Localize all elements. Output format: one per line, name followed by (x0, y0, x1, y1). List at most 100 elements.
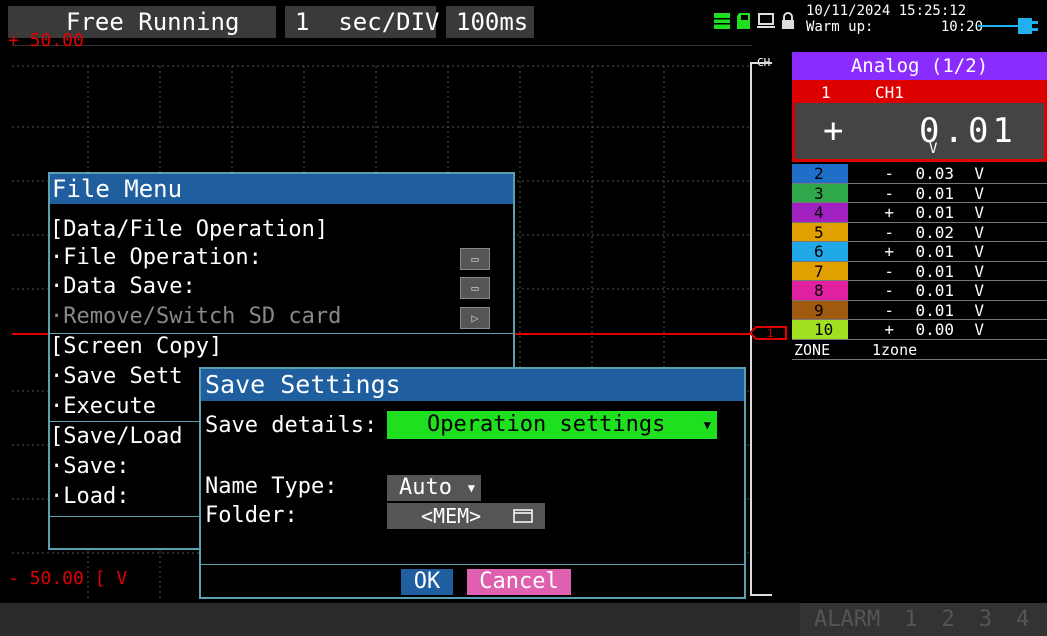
dropdown-arrow-icon: ▼ (703, 418, 711, 432)
section-data-file-operation: [Data/File Operation] (50, 217, 329, 242)
warmup-value: 10:20 (940, 19, 984, 35)
folder-value: <MEM> (421, 504, 482, 528)
save-details-label: Save details: (205, 413, 378, 438)
y-axis-min-label: - 50.00 [ V (8, 568, 128, 589)
channel-row[interactable]: 7 - 0.01 V (792, 261, 1047, 281)
folder-select[interactable]: <MEM> (387, 503, 545, 529)
time-div-indicator[interactable]: 1 sec/DIV (285, 6, 440, 38)
zone-value: 1zone (872, 340, 918, 359)
channel-number: 7 (792, 261, 848, 280)
channel-sign: - (884, 300, 894, 320)
channel-value: 0.02 (915, 222, 954, 242)
name-type-label: Name Type: (205, 474, 338, 499)
channel-number: 5 (792, 222, 848, 241)
channel-row[interactable]: 8 - 0.01 V (792, 281, 1047, 301)
channel-row[interactable]: 2 - 0.03 V (792, 164, 1047, 184)
channel-unit: V (974, 242, 984, 261)
menu-item-file-operation[interactable]: ·File Operation: (50, 245, 262, 270)
status-icons (713, 12, 797, 32)
channel-value: 0.01 (915, 203, 954, 222)
channel-value: 0.01 (915, 300, 954, 320)
channel-list: 2 - 0.03 V 3 - 0.01 V 4 +0.01 V 5 - 0.02 V 6 +0.01 V 7 - 0.0… (792, 164, 1047, 360)
ch1-value-area: + 0.01 V (795, 105, 1044, 159)
channel-sign: - (884, 281, 894, 300)
channel-row[interactable]: 6 +0.01 V (792, 242, 1047, 262)
ch1-marker[interactable]: 1 (750, 326, 790, 340)
channel-value: 0.00 (915, 320, 954, 339)
name-type-value: Auto (399, 475, 452, 500)
sd-card-icon (737, 13, 750, 29)
pc-icon (757, 13, 775, 28)
channel-number: 4 (792, 203, 848, 222)
zone-row[interactable]: ZONE 1zone (792, 340, 1047, 360)
ch1-readout[interactable]: 1 CH1 + 0.01 V (792, 80, 1047, 162)
section-screen-copy: [Screen Copy] (50, 334, 223, 359)
channel-row[interactable]: 9 - 0.01 V (792, 300, 1047, 320)
channel-sign: - (884, 183, 894, 203)
channel-sign: + (884, 242, 894, 261)
menu-item-save[interactable]: ·Save: (50, 454, 129, 479)
file-operation-open-icon[interactable]: ▭ (460, 248, 490, 270)
section-save-load: [Save/Load (50, 424, 183, 449)
name-type-select[interactable]: Auto ▼ (387, 475, 481, 501)
file-menu-title: File Menu (50, 174, 513, 204)
ch1-unit: V (929, 141, 938, 157)
channel-unit: V (974, 300, 984, 320)
channel-number: 9 (792, 300, 848, 319)
menu-item-load[interactable]: ·Load: (50, 484, 129, 509)
channel-value: 0.01 (915, 281, 954, 300)
channel-number: 10 (792, 320, 848, 339)
alarm-indicator: ALARM 1 2 3 4 (800, 603, 1047, 636)
ch1-marker-label: 1 (767, 327, 774, 340)
channel-number: 3 (792, 183, 848, 202)
channel-row[interactable]: 5 - 0.02 V (792, 222, 1047, 242)
channel-sign: - (884, 164, 894, 183)
channel-row[interactable]: 3 - 0.01 V (792, 183, 1047, 203)
data-save-open-icon[interactable]: ▭ (460, 277, 490, 299)
status-bar: Free Running 1 sec/DIV 100ms 10/11/2024 … (0, 0, 1047, 42)
sampling-rate-indicator[interactable]: 100ms (446, 6, 534, 38)
alarm-item: 1 (904, 607, 918, 632)
ch1-sign: + (823, 111, 844, 151)
divider (201, 564, 744, 565)
channel-value: 0.01 (915, 242, 954, 261)
channel-value: 0.01 (915, 183, 954, 203)
channel-value: 0.03 (915, 164, 954, 183)
menu-item-execute[interactable]: ·Execute (50, 394, 156, 419)
datetime-display: 10/11/2024 15:25:12 Warm up: 10:20 (806, 3, 983, 35)
channel-row[interactable]: 10 +0.00 V (792, 320, 1047, 340)
channel-unit: V (974, 183, 984, 203)
alarm-item: 2 (941, 607, 955, 632)
cancel-button[interactable]: Cancel (467, 569, 571, 595)
channel-unit: V (974, 320, 984, 339)
save-settings-dialog: Save Settings Save details: Operation se… (199, 367, 746, 599)
datetime-text: 10/11/2024 15:25:12 (806, 3, 967, 19)
channel-number: 2 (792, 164, 848, 183)
warmup-row: Warm up: 10:20 (806, 19, 983, 35)
channel-unit: V (974, 222, 984, 242)
ch1-name: CH1 (875, 83, 904, 102)
menu-item-remove-sd[interactable]: ·Remove/Switch SD card (50, 304, 341, 329)
time-div-number: 1 (295, 8, 310, 36)
analog-header[interactable]: Analog (1/2) (792, 52, 1047, 80)
save-details-select[interactable]: Operation settings ▼ (387, 411, 717, 439)
channel-sign: + (884, 203, 894, 222)
y-axis-max-label: + 50.00 (8, 30, 84, 51)
channel-unit: V (974, 164, 984, 183)
channel-panel: Analog (1/2) 1 CH1 + 0.01 V 2 - 0.03 V 3 - 0.0… (792, 52, 1047, 632)
ok-button[interactable]: OK (401, 569, 453, 595)
channel-row[interactable]: 4 +0.01 V (792, 203, 1047, 223)
save-settings-title: Save Settings (201, 369, 744, 401)
alarm-label: ALARM (814, 607, 881, 632)
remove-sd-play-icon[interactable]: ▷ (460, 307, 490, 329)
zone-label: ZONE (794, 340, 831, 359)
channel-sign: - (884, 261, 894, 281)
channel-sign: - (884, 222, 894, 242)
dropdown-arrow-icon: ▼ (467, 481, 475, 495)
folder-label: Folder: (205, 503, 298, 528)
alarm-item: 4 (1015, 607, 1030, 632)
warmup-label: Warm up: (806, 19, 874, 35)
menu-item-data-save[interactable]: ·Data Save: (50, 274, 196, 299)
menu-item-save-settings[interactable]: ·Save Sett (50, 364, 182, 389)
channel-number: 6 (792, 242, 848, 261)
